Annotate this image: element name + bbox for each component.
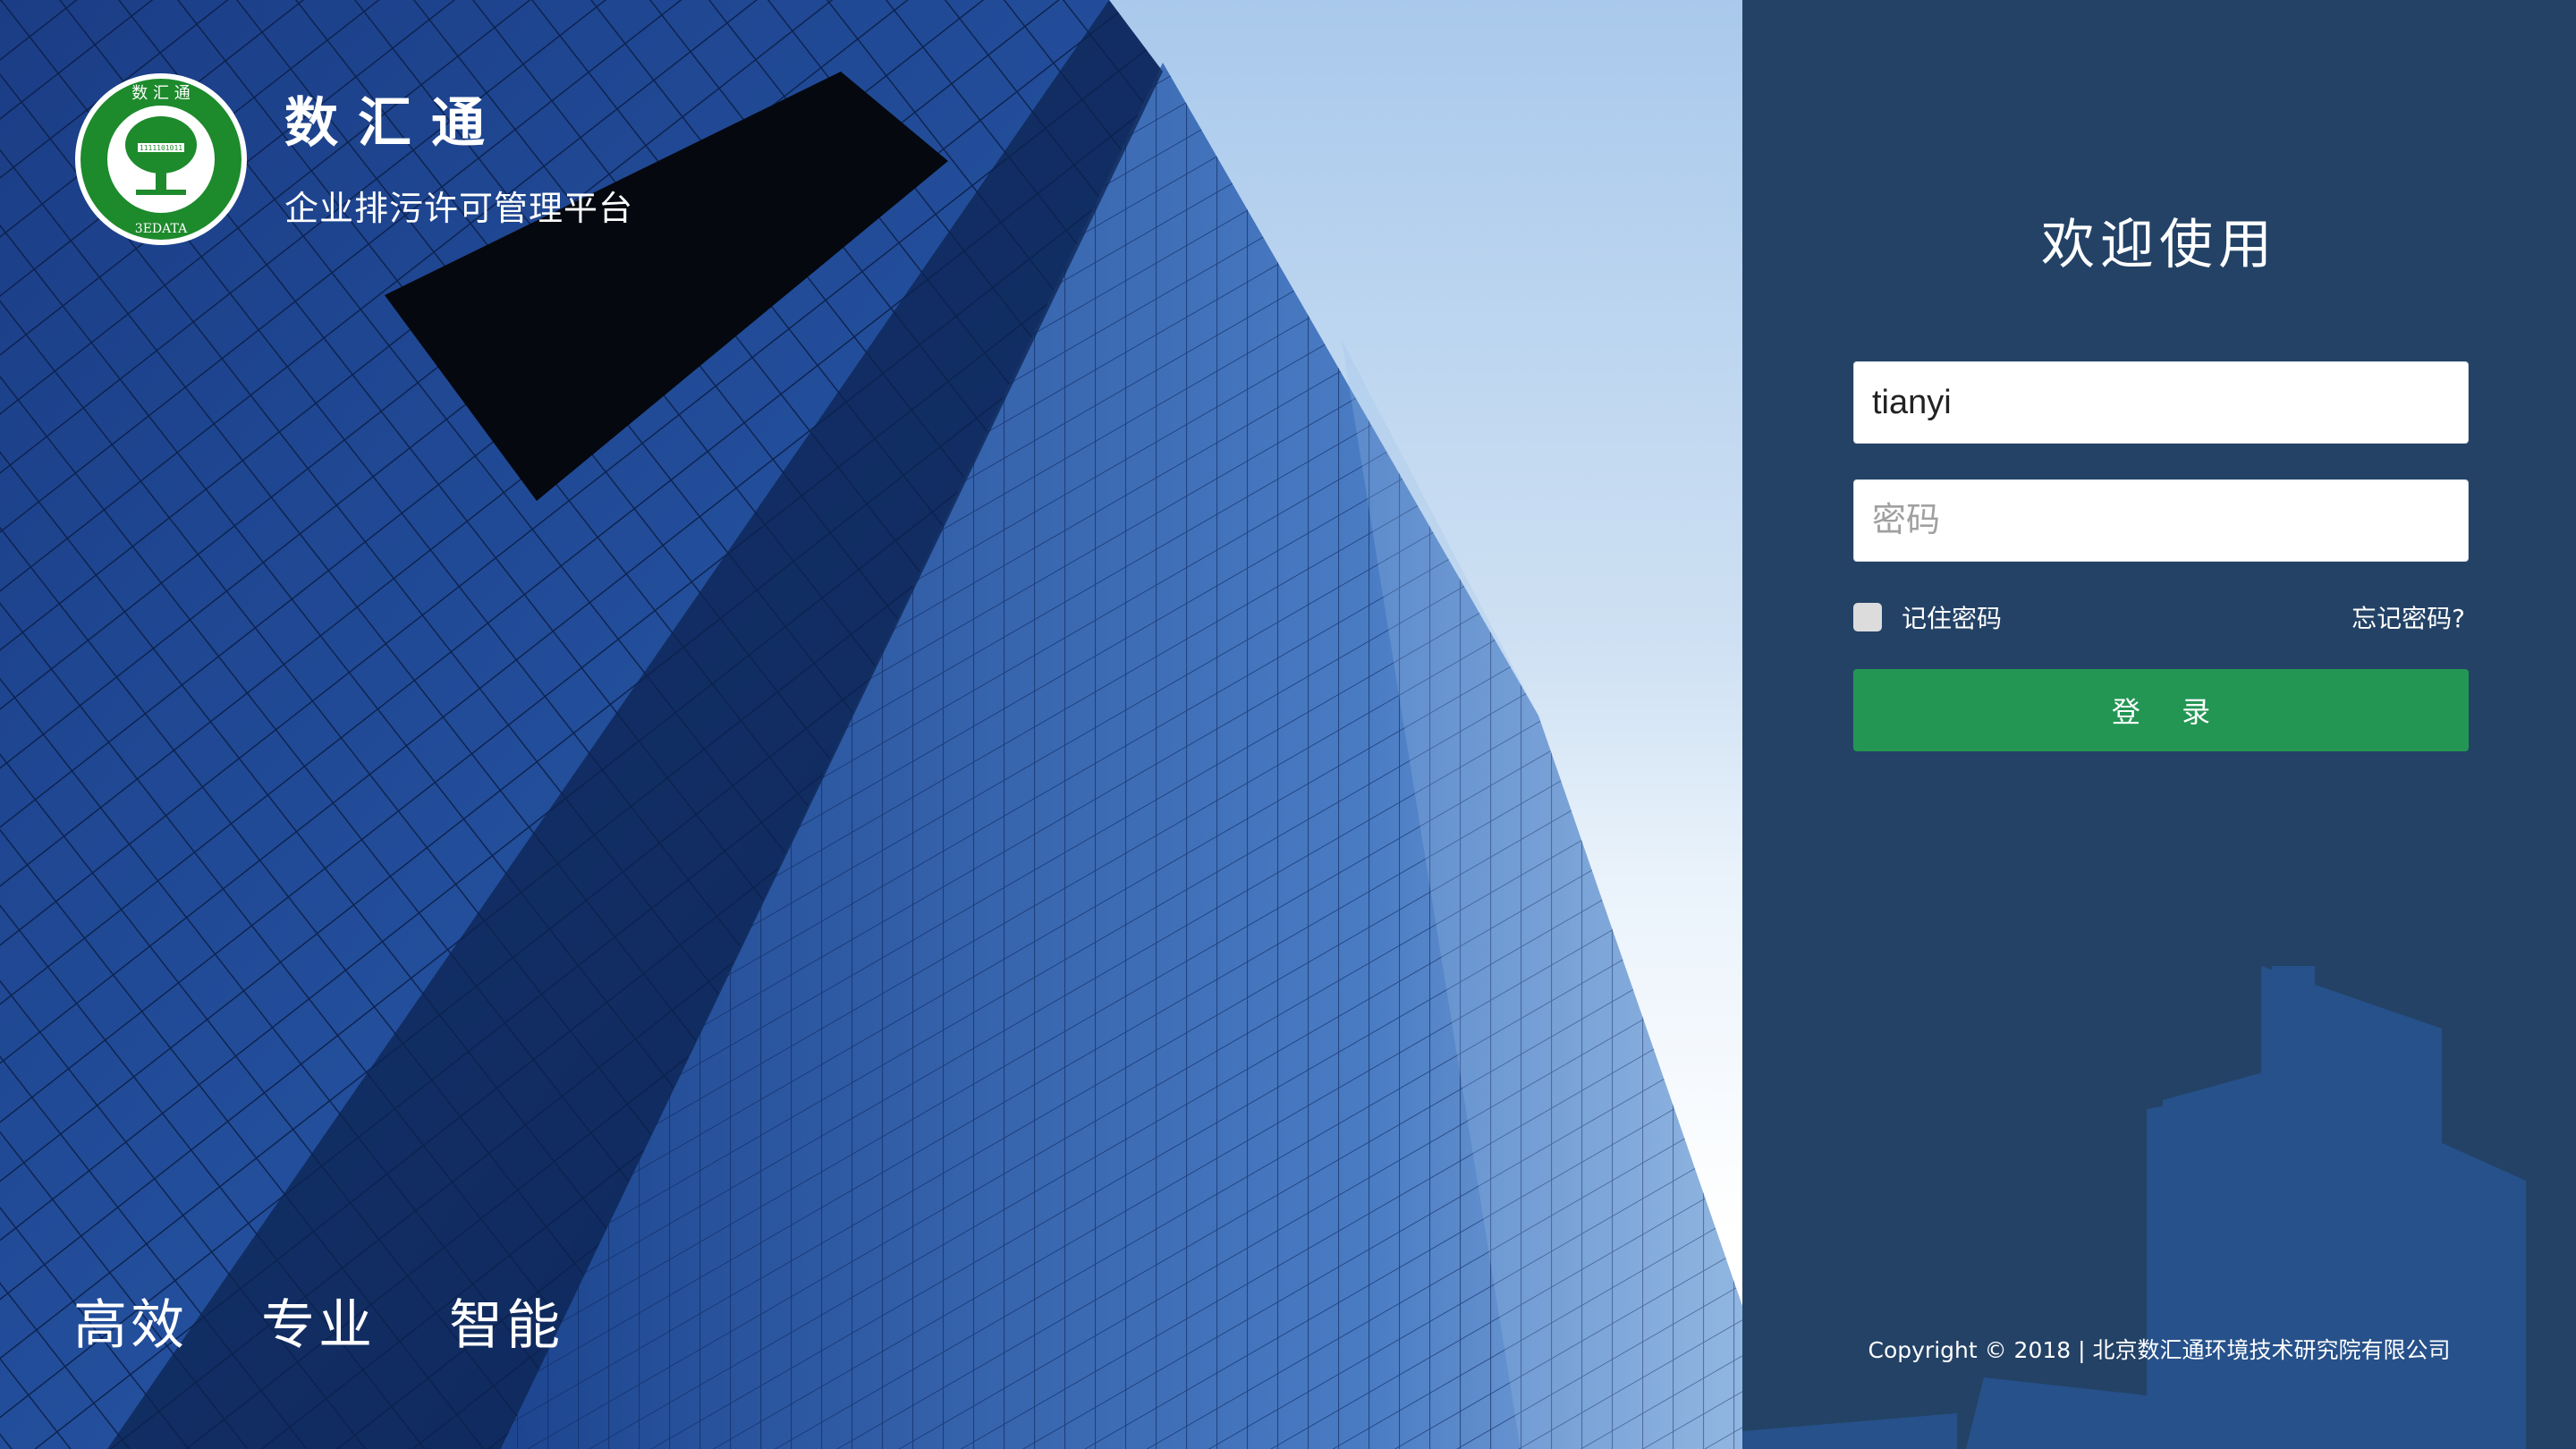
username-input[interactable] [1853,361,2469,444]
password-input[interactable] [1853,479,2469,562]
remember-label: 记住密码 [1902,604,2003,633]
remember-password[interactable]: 记住密码 [1853,599,2002,635]
svg-text:1111101011: 1111101011 [140,144,182,152]
hero-background: 1111101011 数 汇 通 3EDATA 数汇通 企业排污许可管理平台 高… [0,0,1742,1449]
logo-top-text: 数 汇 通 [131,84,190,103]
slogan-efficient: 高效 [73,1294,188,1357]
login-panel: 欢迎使用 记住密码 忘记密码? 登 录 Copyright © 2018 | 北… [1742,0,2576,1449]
logo-icon: 1111101011 数 汇 通 3EDATA [75,73,247,245]
slogan-row: 高效 专业 智能 [73,1299,637,1352]
brand-block: 1111101011 数 汇 通 3EDATA 数汇通 企业排污许可管理平台 [73,72,633,247]
copyright-text: Copyright © 2018 | 北京数汇通环境技术研究院有限公司 [1868,1337,2451,1363]
logo-bottom-text: 3EDATA [135,222,188,236]
brand-name: 数汇通 [284,92,504,155]
forgot-password-link[interactable]: 忘记密码? [2351,599,2465,635]
login-button[interactable]: 登 录 [1853,669,2469,751]
remember-checkbox[interactable] [1853,603,1882,631]
slogan-professional: 专业 [261,1294,376,1357]
brand-subtitle: 企业排污许可管理平台 [284,189,634,228]
slogan-smart: 智能 [449,1294,564,1357]
welcome-title: 欢迎使用 [2041,214,2277,276]
